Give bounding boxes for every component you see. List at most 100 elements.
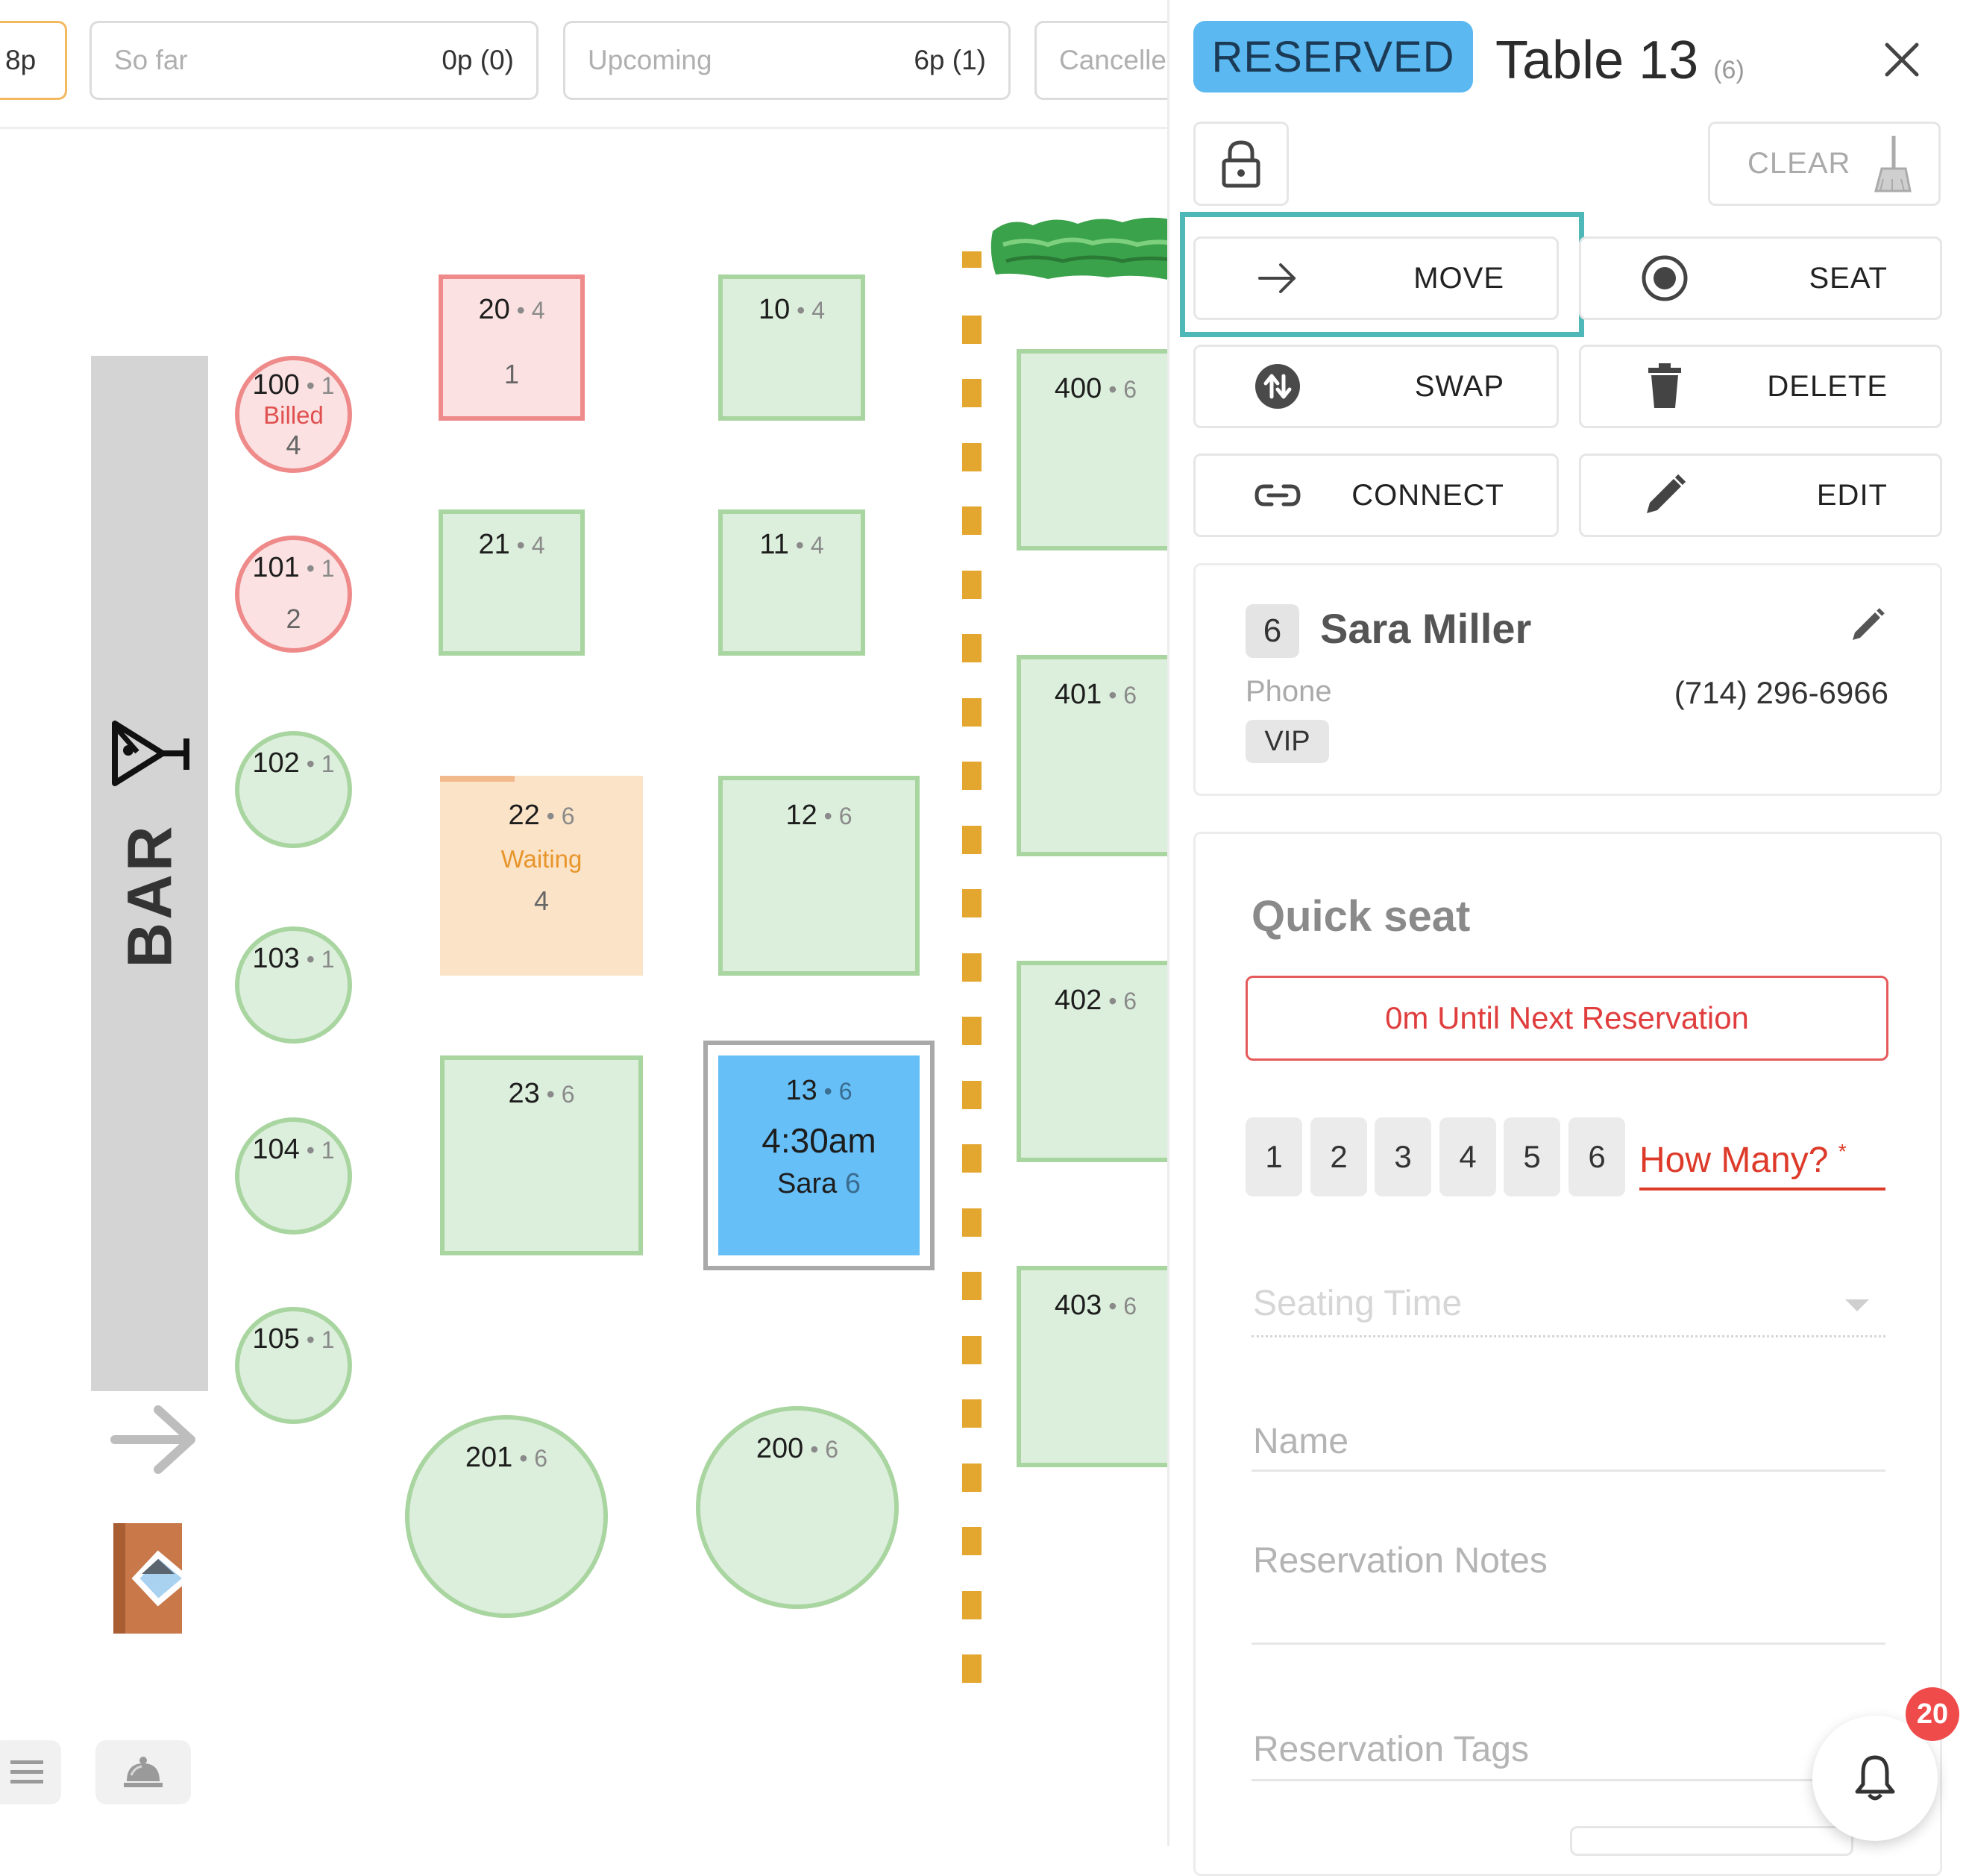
pencil-icon [1641,473,1689,518]
quick-seat-title: Quick seat [1252,892,1471,941]
reservation-tags-input[interactable]: Reservation Tags [1253,1729,1529,1770]
phone-number[interactable]: (714) 296-6966 [1674,675,1888,711]
broom-icon [1874,135,1912,192]
seating-time-select[interactable]: Seating Time [1253,1283,1462,1324]
divider-dash [962,1591,982,1619]
edit-button[interactable]: EDIT [1579,454,1942,537]
cloche-icon [124,1757,163,1787]
guest-name: Sara Miller [1320,605,1532,652]
trash-icon [1641,363,1689,410]
swap-button[interactable]: SWAP [1193,345,1559,428]
connect-button[interactable]: CONNECT [1193,454,1559,537]
filter-so-far[interactable]: So far 0p (0) [90,21,538,100]
divider-dash [962,1081,982,1109]
table-11[interactable]: 11 • 4 [718,509,865,656]
table-12[interactable]: 12 • 6 [718,776,920,976]
seat-button[interactable]: SEAT [1579,236,1942,320]
table-20[interactable]: 20 • 4 1 [439,275,585,421]
table-party: 4 [533,885,550,916]
until-next-reservation-button[interactable]: 0m Until Next Reservation [1246,976,1888,1061]
party-option-3[interactable]: 3 [1375,1117,1431,1196]
divider-dash [962,1399,982,1428]
divider-dash [962,1208,982,1237]
reservation-notes-input[interactable]: Reservation Notes [1253,1540,1548,1581]
link-icon [1254,482,1301,509]
floor-menu-button[interactable] [0,1740,61,1804]
swap-icon [1254,363,1301,410]
table-10[interactable]: 10 • 4 [718,275,865,421]
divider-dash [962,1272,982,1300]
table-23[interactable]: 23 • 6 [440,1055,643,1255]
seating-time-underline [1252,1335,1885,1337]
table-22[interactable]: 22 • 6 Waiting 4 [440,776,643,976]
filter-cancelled[interactable]: Cancelle [1034,21,1167,100]
divider-dash [962,1527,982,1555]
table-101[interactable]: 101 • 1 2 [235,536,352,653]
divider-dash [962,1654,982,1683]
table-103[interactable]: 103 • 1 [235,926,352,1044]
table-201[interactable]: 201 • 6 [405,1415,608,1618]
table-104[interactable]: 104 • 1 [235,1117,352,1235]
divider-dash [962,826,982,854]
divider-dash [962,379,982,407]
filter-total[interactable]: 8p [0,21,67,100]
seat-target-icon [1641,254,1689,302]
party-option-4[interactable]: 4 [1439,1117,1496,1196]
table-200[interactable]: 200 • 6 [696,1406,899,1609]
filter-so-far-label: So far [114,45,188,75]
table-13[interactable]: 13 • 6 4:30am Sara 6 [718,1055,920,1255]
party-option-5[interactable]: 5 [1504,1117,1560,1196]
table-102[interactable]: 102 • 1 [235,731,352,848]
how-many-input[interactable]: How Many? * [1639,1140,1847,1181]
move-button-highlight [1180,212,1584,337]
lock-button[interactable] [1193,122,1289,206]
door-icon [113,1523,192,1634]
waiting-timer-bar [440,776,515,782]
close-button[interactable] [1880,34,1924,86]
party-option-6[interactable]: 6 [1568,1117,1625,1196]
divider-dash [962,1336,982,1364]
phone-label: Phone [1246,675,1332,708]
hedge-icon [990,217,1167,280]
table-status: Billed [263,401,324,429]
name-input[interactable]: Name [1253,1421,1348,1462]
table-400[interactable]: 400 • 6 [1017,349,1167,550]
bottom-button-outline[interactable] [1570,1826,1853,1856]
table-403[interactable]: 403 • 6 [1017,1266,1167,1467]
table-402[interactable]: 402 • 6 [1017,961,1167,1162]
party-size-badge: 6 [1246,604,1299,658]
divider-dash [962,316,982,344]
filter-cancelled-label: Cancelle [1059,45,1166,75]
notes-underline [1252,1643,1885,1645]
table-100[interactable]: 100 • 1 Billed 4 [235,356,352,473]
divider-dash [962,1144,982,1173]
table-105[interactable]: 105 • 1 [235,1307,352,1424]
lock-icon [1222,139,1260,187]
notification-count-badge: 20 [1906,1687,1959,1741]
close-icon [1885,43,1919,77]
divider-dash [962,762,982,790]
table-401[interactable]: 401 • 6 [1017,655,1167,856]
filter-upcoming-label: Upcoming [588,45,712,75]
connect-label: CONNECT [1351,478,1504,512]
clear-button[interactable]: CLEAR [1708,122,1941,206]
table-21[interactable]: 21 • 4 [439,509,585,656]
guest-tag-vip: VIP [1246,720,1329,763]
delete-button[interactable]: DELETE [1579,345,1942,428]
party-option-2[interactable]: 2 [1310,1117,1367,1196]
table-party: 2 [286,603,301,634]
swap-label: SWAP [1414,369,1504,403]
entrance-arrow-icon [110,1405,195,1474]
table-party: 1 [503,359,520,389]
service-button[interactable] [95,1740,191,1804]
status-badge: RESERVED [1193,21,1473,92]
cocktail-icon [112,721,189,786]
divider-dash [962,634,982,662]
filter-upcoming[interactable]: Upcoming 6p (1) [563,21,1011,100]
floor-plan: 8p So far 0p (0) Upcoming 6p (1) Cancell… [0,0,1167,1846]
edit-guest-icon[interactable] [1850,606,1887,643]
party-option-1[interactable]: 1 [1246,1117,1302,1196]
filter-total-label: 8p [5,45,37,75]
delete-label: DELETE [1767,369,1888,403]
filter-divider [0,127,1167,129]
